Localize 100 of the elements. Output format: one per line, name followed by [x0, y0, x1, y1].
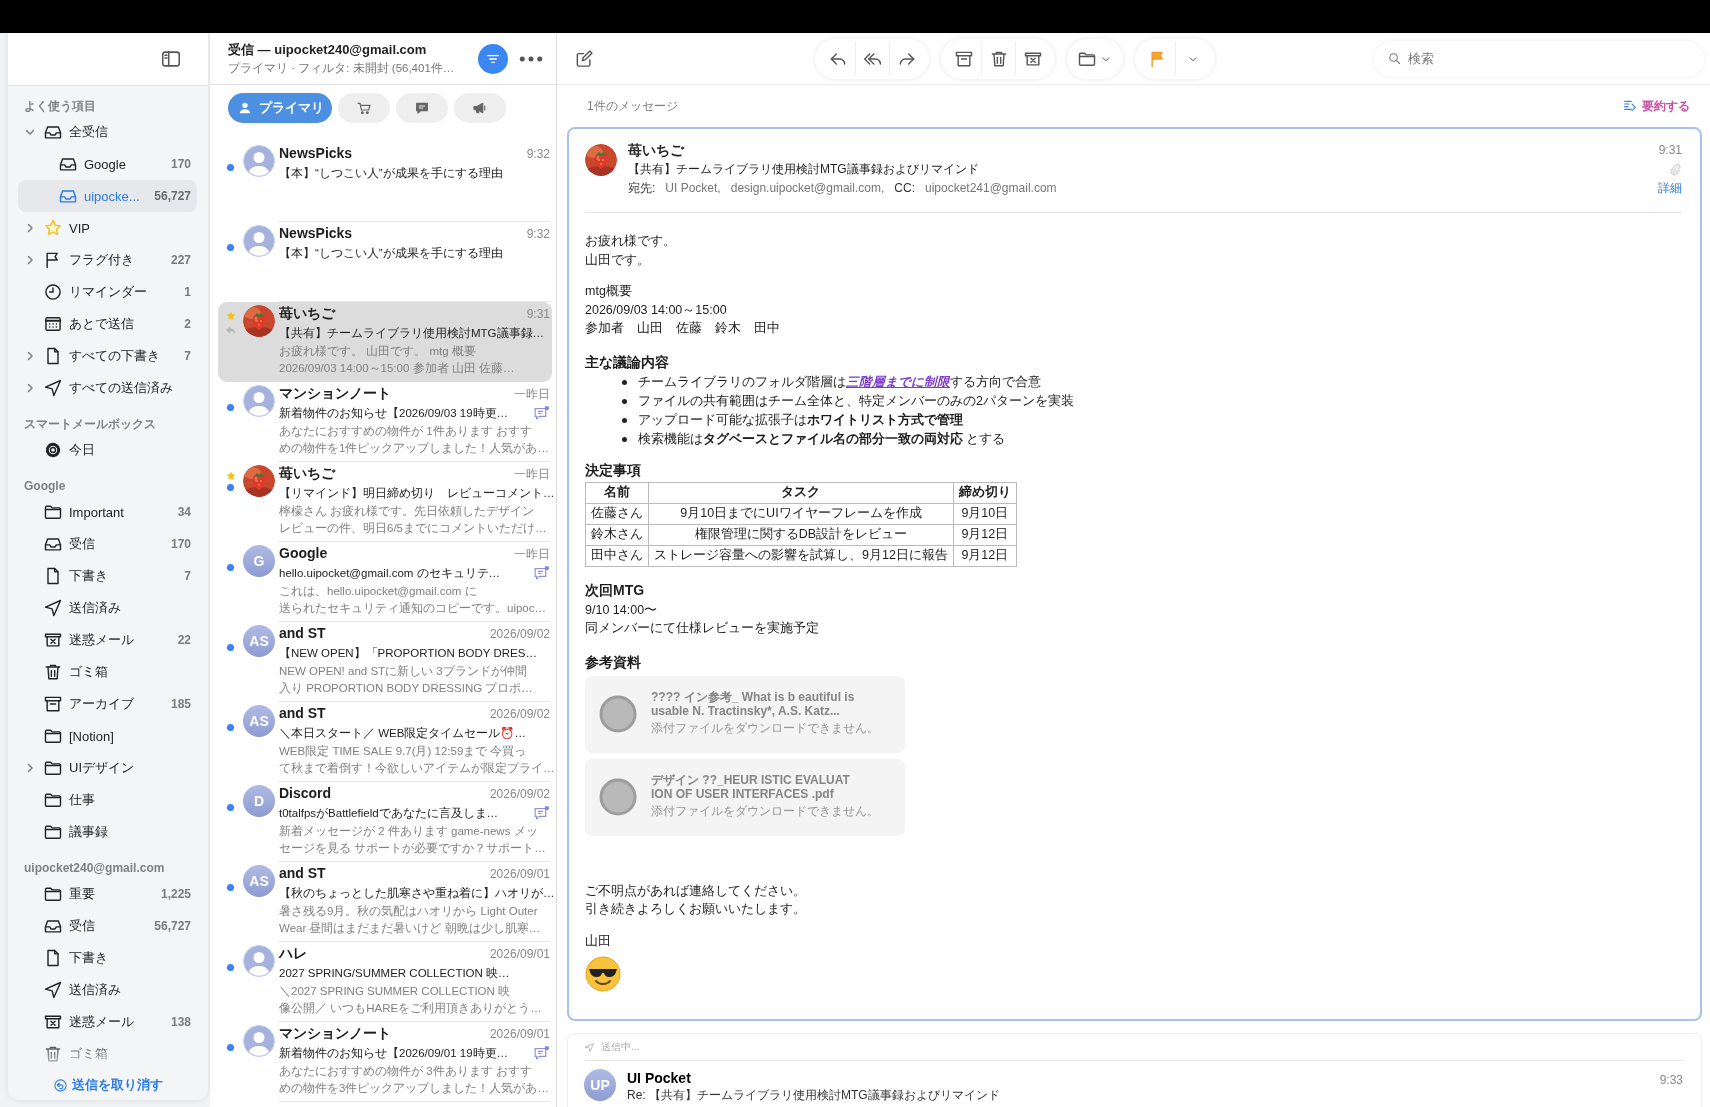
message-subject: hello.uipocket@gmail.com のセキュリテ…: [279, 565, 501, 581]
message-time: 9:32: [526, 227, 550, 241]
message-row[interactable]: AS and ST 2026/09/02 ＼本日スタート／ WEB限定タイムセール⏰… WEB限定 TIME SALE 9.7(月) 12:59まで 今買っ て秋まで着倒す！今欲しいアイテムが限定プライ…: [218, 702, 552, 782]
sender-name: and ST: [279, 865, 326, 881]
calendar-icon: [43, 314, 63, 334]
bullet-text: アップロード可能な拡張子はホワイトリスト方式で管理: [638, 411, 963, 429]
avatar-initials: AS: [243, 625, 275, 657]
mailbox-item[interactable]: VIP: [18, 212, 197, 244]
body-text: 山田です。: [585, 251, 651, 269]
person-avatar-icon: [243, 225, 275, 257]
message-preview: 檸檬さん お疲れ様です。先日依頼したデザイン レビューの件、明日6/5までにコメントいただけ…: [279, 504, 548, 536]
link[interactable]: 三階層までに制限: [846, 374, 950, 389]
mailbox-item[interactable]: ゴミ箱: [18, 656, 197, 688]
mailbox-item[interactable]: フラグ付き 227: [18, 244, 197, 276]
message-time: 9:32: [526, 147, 550, 161]
filter-button[interactable]: [478, 43, 508, 74]
details-link[interactable]: 詳細: [1658, 179, 1682, 198]
folder-icon: [43, 884, 63, 904]
mailbox-item[interactable]: 送信済み: [18, 592, 197, 624]
sender-name: ハレ: [279, 945, 307, 963]
message-row[interactable]: マンションノート 一昨日 新着物件のお知らせ【2026/09/03 19時更… あなたにおすすめの物件が 1件あります おすす めの物件を1件ピックアップしました！人気があ…: [218, 382, 552, 462]
mailbox-item[interactable]: 下書き: [18, 942, 197, 974]
message-subject: 2027 SPRING/SUMMER COLLECTION 映…: [279, 965, 510, 981]
mailbox-item[interactable]: 迷惑メール 22: [18, 624, 197, 656]
message-subject: 【本】“しつこい人”が成果を手にする理由: [279, 165, 503, 181]
mailbox-item[interactable]: 重要 1,225: [18, 878, 197, 910]
mailbox-item[interactable]: 今日: [18, 434, 197, 466]
mailbox-item[interactable]: 議事録: [18, 816, 197, 848]
table-cell: ストレージ容量への影響を試算し、9月12日に報告: [648, 545, 954, 566]
section-heading: 参考資料: [585, 652, 642, 672]
sender-name: UI Pocket: [627, 1069, 692, 1088]
avatar-initials: UP: [584, 1069, 616, 1101]
file-placeholder-icon: [599, 695, 637, 733]
table-cell: 9月10日: [953, 503, 1017, 524]
summary-icon: [1622, 98, 1638, 114]
trash-icon: [43, 1044, 63, 1064]
table-cell: 佐藤さん: [585, 503, 649, 524]
message-row[interactable]: NewsPicks 9:32 【本】“しつこい人”が成果を手にする理由: [218, 142, 552, 222]
message-count: 1件のメッセージ: [587, 97, 678, 115]
sender-name: マンションノート: [279, 385, 391, 403]
message-row[interactable]: 苺いちご 9:31 【共有】チームライブラリ使用検討MTG議事録… お疲れ様です。 山田です。 mtg 概要 2026/09/03 14:00～15:00 参加者 山田 佐藤…: [218, 302, 552, 382]
cc-label: CC:: [894, 180, 915, 197]
message-time: 一昨日: [514, 546, 550, 563]
mailbox-item[interactable]: 迷惑メール 138: [18, 1006, 197, 1038]
folder-icon: [43, 726, 63, 746]
body-text: 2026/09/03 14:00～15:00: [585, 301, 728, 319]
mailbox-item[interactable]: 全受信: [18, 116, 197, 148]
message-row[interactable]: AS and ST 2026/09/02 【NEW OPEN】「PROPORTION BODY DRES… NEW OPEN! and STに新しい 3ブランドが仲間 入り PROPORTION BODY DRESSING プロポ…: [218, 622, 552, 702]
search-field[interactable]: 検索: [1374, 40, 1704, 77]
message-row[interactable]: ハレ 2026/09/01 2027 SPRING/SUMMER COLLECTION 映… ＼2027 SPRING SUMMER COLLECTION 映 像公開／ いつもHAREをご利用頂きありがとう…: [218, 942, 552, 1022]
mailbox-item[interactable]: リマインダー 1: [18, 276, 197, 308]
folder-icon: [43, 502, 63, 522]
category-tab[interactable]: [338, 93, 390, 123]
mailbox-item[interactable]: Google 170: [18, 148, 197, 180]
mailbox-item[interactable]: 仕事: [18, 784, 197, 816]
table-cell: 9月10日までにUIワイヤーフレームを作成: [648, 503, 954, 524]
person-avatar-icon: [243, 945, 275, 977]
bullet-text: チームライブラリのフォルダ階層は三階層までに制限する方向で合意: [638, 373, 1041, 391]
message-row[interactable]: マンションノート 2026/09/01 新着物件のお知らせ【2026/09/01 19時更… あなたにおすすめの物件が 3件あります おすす めの物件を3件ピックアップしました！人気があ…: [218, 1022, 552, 1102]
mailbox-item[interactable]: uipocke... 56,727: [18, 180, 197, 212]
message-row[interactable]: 苺いちご 一昨日 【リマインド】明日締め切り レビューコメント… 檸檬さん お疲れ様です。先日依頼したデザイン レビューの件、明日6/5までにコメントいただけ…: [218, 462, 552, 542]
paper-plane-icon: [584, 1041, 595, 1053]
category-tab[interactable]: [454, 93, 506, 123]
message-subject: 【NEW OPEN】「PROPORTION BODY DRES…: [279, 645, 537, 661]
mailbox-item[interactable]: 送信済み: [18, 974, 197, 1006]
mailbox-item[interactable]: アーカイブ 185: [18, 688, 197, 720]
recipient[interactable]: UI Pocket,: [665, 179, 721, 198]
category-tab[interactable]: [396, 93, 448, 123]
section-heading: 決定事項: [585, 460, 642, 480]
message-row[interactable]: D Discord 2026/09/02 t0talfpsがBattlefieldであなたに言及しま… 新着メッセージが 2 件あります game-news メッ セージを見る サポートが必要ですか？サポート…: [218, 782, 552, 862]
message-row[interactable]: AS and ST 2026/09/01 【秋のちょっとした肌寒さや重ね着に】ハオリが… 暑さ残る9月。秋の気配はハオリから Light Outer Wear 昼間はまだまだ暑いけど 朝晩は少し肌寒…: [218, 862, 552, 942]
recipient[interactable]: uipocket241@gmail.com: [924, 179, 1057, 198]
mailbox-item[interactable]: [Notion]: [18, 720, 197, 752]
undo-icon: [53, 1078, 68, 1093]
avatar-initials: D: [243, 785, 275, 817]
mailbox-item[interactable]: Important 34: [18, 496, 197, 528]
message-time: 2026/09/02: [489, 707, 550, 721]
body-text: 同メンバーにて仕様レビューを実施予定: [585, 620, 820, 637]
message-subject: 【秋のちょっとした肌寒さや重ね着に】ハオリが…: [279, 885, 555, 901]
junk-box-icon: [43, 1012, 63, 1032]
undo-send-button[interactable]: 送信を取り消す: [49, 1075, 167, 1096]
body-text: お疲れ様です。: [585, 233, 677, 250]
message-row[interactable]: G Google 一昨日 hello.uipocket@gmail.com のセキュリテ… これは、hello.uipocket@gmail.com に 送られたセキュリティ通知のコピーです。uipoc…: [218, 542, 552, 622]
sidebar-toggle-icon[interactable]: [160, 48, 182, 70]
bullet-icon: [622, 379, 627, 385]
mailbox-item[interactable]: 受信 56,727: [18, 910, 197, 942]
message-time: 9:31: [1658, 142, 1682, 159]
mailbox-item[interactable]: すべての送信済み: [18, 372, 197, 404]
recipient[interactable]: design.uipocket@gmail.com,: [730, 179, 885, 198]
summarize-button[interactable]: 要約する: [1622, 97, 1690, 115]
mailbox-item[interactable]: すべての下書き 7: [18, 340, 197, 372]
mailbox-item[interactable]: UIデザイン: [18, 752, 197, 784]
sender-name: and ST: [279, 625, 326, 641]
mailbox-item[interactable]: ゴミ箱: [18, 1038, 197, 1070]
attachment-note: 添付ファイルをダウンロードできません。: [651, 804, 879, 820]
mailbox-item[interactable]: あとで送信 2: [18, 308, 197, 340]
mailbox-item[interactable]: 受信 170: [18, 528, 197, 560]
body-text: 山田: [585, 932, 612, 950]
mailbox-item[interactable]: 下書き 7: [18, 560, 197, 592]
message-preview: あなたにおすすめの物件が 1件あります おすす めの物件を1件ピックアップしました！人気があ…: [279, 424, 550, 456]
